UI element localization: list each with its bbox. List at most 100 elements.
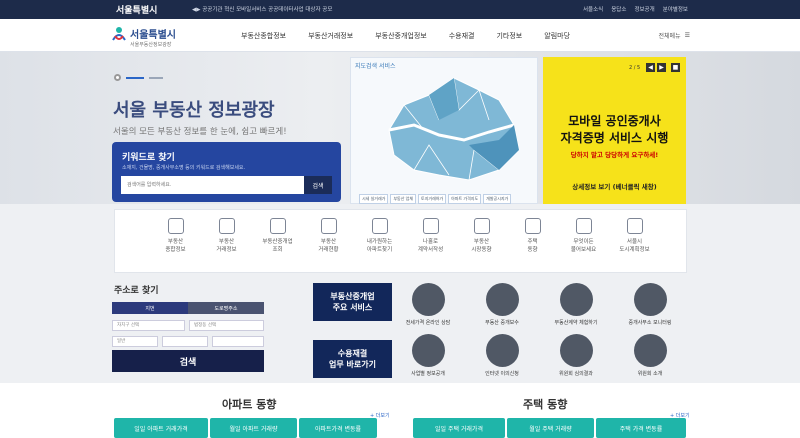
keyword-title: 키워드로 찾기 [122, 153, 175, 163]
service-item[interactable]: 내가원하는 아파트찾기 [354, 210, 405, 274]
apt-tab[interactable]: 월일 아파트 거래량 [210, 418, 297, 438]
circle-service[interactable]: 위원회 심의결과 [546, 334, 606, 377]
keyword-input[interactable] [121, 176, 315, 194]
circle-service[interactable]: 사업별 정보공개 [398, 334, 458, 377]
expropriation-box[interactable]: 수용재결 업무 바로가기 [313, 340, 392, 378]
circle-service[interactable]: 중개사무소 모니터링 [620, 283, 680, 326]
map-tag[interactable]: 시세 실거래가 [359, 194, 389, 204]
market-trend-icon [473, 218, 490, 234]
consult-icon [411, 283, 445, 316]
type-select[interactable]: 일반 [112, 336, 158, 347]
tab-road[interactable]: 도로명주소 [188, 302, 264, 314]
top-links: 서울소식 응답소 정보공개 분야별정보 [583, 5, 688, 13]
tab-jibun[interactable]: 지번 [112, 302, 188, 314]
top-link[interactable]: 응답소 [611, 5, 626, 13]
map-tag[interactable]: 토지거래허가 [418, 194, 447, 204]
map-tag[interactable]: 아파트 가격지도 [448, 194, 482, 204]
house-trend-title: 주택 동향 [523, 398, 568, 411]
apt-trend-title: 아파트 동향 [222, 398, 277, 411]
service-item[interactable]: 부동산중개업 조회 [252, 210, 303, 274]
menu-item[interactable]: 부동산종합정보 [241, 31, 286, 41]
keyword-desc: 소재지, 건물명, 중개사무소명 등의 키워드로 검색해보세요. [122, 165, 246, 171]
service-item[interactable]: 부동산 시장동향 [456, 210, 507, 274]
ho-input[interactable] [212, 336, 264, 347]
apt-tab[interactable]: 일일 아파트 거래가격 [114, 418, 208, 438]
map-tag[interactable]: 부동산 업체 [390, 194, 417, 204]
broker-services-box[interactable]: 부동산중개업 주요 서비스 [313, 283, 392, 321]
apartment-icon [371, 218, 388, 234]
banner-next-button[interactable]: ▶ [657, 63, 666, 72]
service-item[interactable]: 무엇이든 물어보세요 [558, 210, 609, 274]
banner-prev-button[interactable]: ◀ [646, 63, 655, 72]
keyword-search-button[interactable]: 검색 [304, 176, 332, 194]
menu-item[interactable]: 알림마당 [544, 31, 570, 41]
slide-dot[interactable] [149, 76, 163, 79]
seoul-brand[interactable]: 서울특별시 [116, 3, 157, 16]
building-icon [218, 218, 235, 234]
address-title: 주소로 찾기 [114, 286, 159, 296]
menu-item[interactable]: 부동산중개업정보 [375, 31, 427, 41]
slide-indicator [114, 74, 163, 81]
menu-item[interactable]: 수용재결 [449, 31, 475, 41]
service-item[interactable]: 나홀로 계약서작성 [405, 210, 456, 274]
objection-icon [485, 334, 519, 367]
hero-title: 서울 부동산 정보광장 [113, 100, 275, 121]
monitor-house-icon [269, 218, 286, 234]
house-tab[interactable]: 월일 주택 거래량 [507, 418, 594, 438]
bunji-input[interactable] [162, 336, 208, 347]
circle-service[interactable]: 부동산계약 체험하기 [546, 283, 606, 326]
promo-banner[interactable]: 2 / 5 ◀ ▶ ■ 모바일 공인중개사 자격증명 서비스 시행 당하지 말고… [543, 57, 686, 204]
notice-ticker[interactable]: ◀▶ 공공기관 혁신 모바일서비스 공공데이터사업 대상자 공모 [192, 5, 332, 13]
service-item[interactable]: 주택 동향 [507, 210, 558, 274]
slide-dot-active[interactable] [126, 76, 144, 79]
circle-service[interactable]: 부동산 중개보수 [472, 283, 532, 326]
monitoring-icon [633, 283, 667, 316]
main-nav: 서울특별시 서울부동산정보광장 부동산종합정보 부동산거래정보 부동산중개업정보 … [0, 19, 800, 52]
map-tag[interactable]: 개발공시지가 [483, 194, 512, 204]
service-item[interactable]: 부동산 종합정보 [150, 210, 201, 274]
all-menu-label: 전체메뉴 [658, 33, 681, 40]
map-label: 지도검색 서비스 [355, 63, 396, 70]
committee-intro-icon [633, 334, 667, 367]
top-link[interactable]: 정보공개 [634, 5, 654, 13]
banner-line2: 자격증명 서비스 시행 [560, 131, 669, 145]
address-search-button[interactable]: 검색 [112, 350, 264, 372]
apt-tab[interactable]: 아파트가격 변동률 [299, 418, 377, 438]
contract-experience-icon [559, 283, 593, 316]
menu-item[interactable]: 기타정보 [496, 31, 522, 41]
dong-select[interactable]: 법정동 선택 [189, 320, 264, 331]
house-tab[interactable]: 일일 주택 거래가격 [413, 418, 505, 438]
circle-service[interactable]: 위원회 소개 [620, 334, 680, 377]
service-item[interactable]: 부동산 거래정보 [201, 210, 252, 274]
address-search: 주소로 찾기 지번 도로명주소 자치구 선택 법정동 선택 일반 검색 [112, 281, 304, 377]
top-link[interactable]: 분야별정보 [663, 5, 688, 13]
circle-service[interactable]: 전세가격 온라인 상담 [398, 283, 458, 326]
banner-more-link[interactable]: 상세정보 보기 (베너클릭 새창) [543, 181, 686, 191]
house-tab[interactable]: 주택 가격 변동률 [596, 418, 686, 438]
logo-title: 서울특별시 [130, 30, 176, 41]
disclosure-icon [411, 334, 445, 367]
map-tags: 시세 실거래가 부동산 업체 토지거래허가 아파트 가격지도 개발공시지가 [359, 194, 512, 204]
slide-pause-icon[interactable] [114, 74, 121, 81]
banner-pause-button[interactable]: ■ [671, 63, 680, 72]
circle-service[interactable]: 인터넷 이의신청 [472, 334, 532, 377]
question-icon [575, 218, 592, 234]
contract-icon [422, 218, 439, 234]
hero-subtitle: 서울의 모든 부동산 정보를 한 눈에, 쉽고 빠르게! [113, 127, 287, 137]
top-link[interactable]: 서울소식 [583, 5, 603, 13]
district-select[interactable]: 자치구 선택 [112, 320, 185, 331]
map-search-panel[interactable]: 지도검색 서비스 시세 실거래가 부동산 업체 토지거래허가 아파트 가격지도 … [350, 57, 538, 204]
service-item[interactable]: 서울시 도시계획정보 [609, 210, 660, 274]
top-bar: 서울특별시 ◀▶ 공공기관 혁신 모바일서비스 공공데이터사업 대상자 공모 서… [0, 0, 800, 19]
site-logo[interactable]: 서울특별시 서울부동산정보광장 [112, 26, 176, 48]
home-search-icon [167, 218, 184, 234]
seoul-logo-icon [112, 27, 126, 41]
banner-page: 2 / 5 [629, 65, 641, 71]
seoul-map-icon[interactable] [369, 70, 529, 190]
service-item[interactable]: 부동산 거래현황 [303, 210, 354, 274]
menu-item[interactable]: 부동산거래정보 [308, 31, 353, 41]
quick-services: 부동산 종합정보 부동산 거래정보 부동산중개업 조회 부동산 거래현황 내가원하는 아파… [114, 209, 687, 273]
banner-line1: 모바일 공인중개사 [568, 114, 661, 128]
all-menu-button[interactable]: 전체메뉴 ☰ [659, 31, 690, 40]
banner-line3: 당하지 말고 당당하게 요구하세! [570, 151, 659, 159]
